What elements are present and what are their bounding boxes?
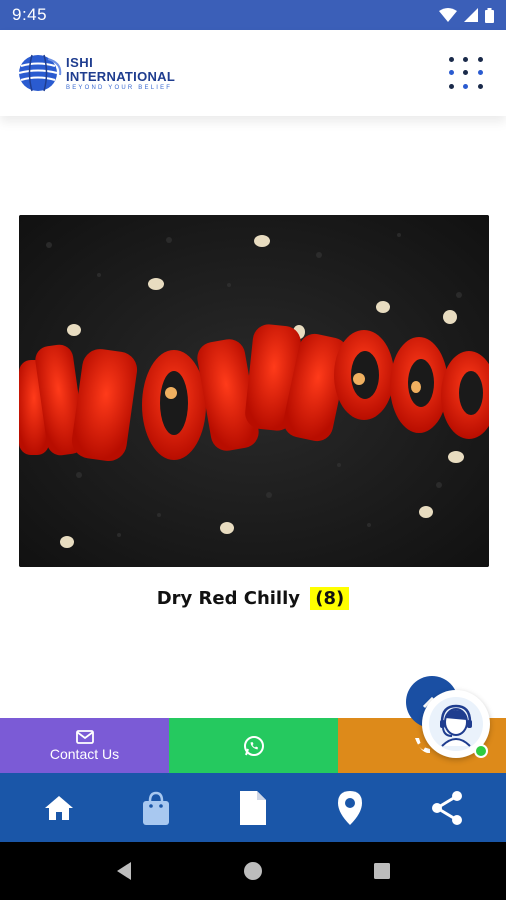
- nav-share[interactable]: [417, 778, 477, 838]
- status-time: 9:45: [12, 5, 48, 24]
- signal-icon: [464, 8, 478, 22]
- logo-text: ISHI INTERNATIONAL Beyond Your Belief: [66, 56, 175, 91]
- back-icon: [117, 862, 132, 880]
- contact-us-label: Contact Us: [49, 745, 120, 762]
- system-back-button[interactable]: [104, 851, 144, 891]
- online-status-dot: [474, 744, 488, 758]
- system-home-button[interactable]: [233, 851, 273, 891]
- whatsapp-icon: [243, 735, 264, 756]
- home-icon: [44, 795, 73, 820]
- logo-tagline: Beyond Your Belief: [66, 84, 173, 91]
- logo-name-line2: INTERNATIONAL: [66, 68, 176, 84]
- product-name: Dry Red Chilly: [156, 588, 301, 609]
- product-count-badge: (8): [310, 587, 350, 610]
- recents-icon: [373, 863, 390, 879]
- share-icon: [432, 790, 463, 825]
- product-image[interactable]: [19, 215, 489, 567]
- shopping-bag-icon: [142, 791, 169, 825]
- system-nav-bar: [0, 842, 506, 900]
- whatsapp-button[interactable]: [169, 718, 338, 773]
- document-icon: [239, 790, 266, 825]
- wifi-icon: [439, 8, 457, 22]
- grid-menu-icon[interactable]: [444, 53, 488, 93]
- bottom-nav: [0, 773, 506, 842]
- home-circle-icon: [243, 862, 262, 880]
- globe-logo-icon: [18, 54, 62, 92]
- nav-shop[interactable]: [126, 778, 186, 838]
- mail-icon: [75, 729, 94, 744]
- brand-logo[interactable]: ISHI INTERNATIONAL Beyond Your Belief: [18, 53, 175, 93]
- logo-name-line1: ISHI: [66, 54, 94, 70]
- contact-us-button[interactable]: Contact Us: [0, 718, 169, 773]
- location-icon: [338, 790, 363, 825]
- nav-home[interactable]: [29, 778, 89, 838]
- support-chat-avatar[interactable]: [422, 690, 490, 758]
- system-recents-button[interactable]: [362, 851, 402, 891]
- product-title[interactable]: Dry Red Chilly (8): [0, 587, 506, 610]
- support-agent-icon: [429, 697, 483, 751]
- status-icons: [439, 7, 494, 23]
- app-screen: 9:45 ISHI INTERNATIONAL Beyond Your Beli…: [0, 0, 506, 900]
- nav-catalog[interactable]: [223, 778, 283, 838]
- status-bar: 9:45: [0, 0, 506, 30]
- nav-location[interactable]: [320, 778, 380, 838]
- battery-icon: [485, 7, 494, 23]
- app-header: ISHI INTERNATIONAL Beyond Your Belief: [0, 30, 506, 116]
